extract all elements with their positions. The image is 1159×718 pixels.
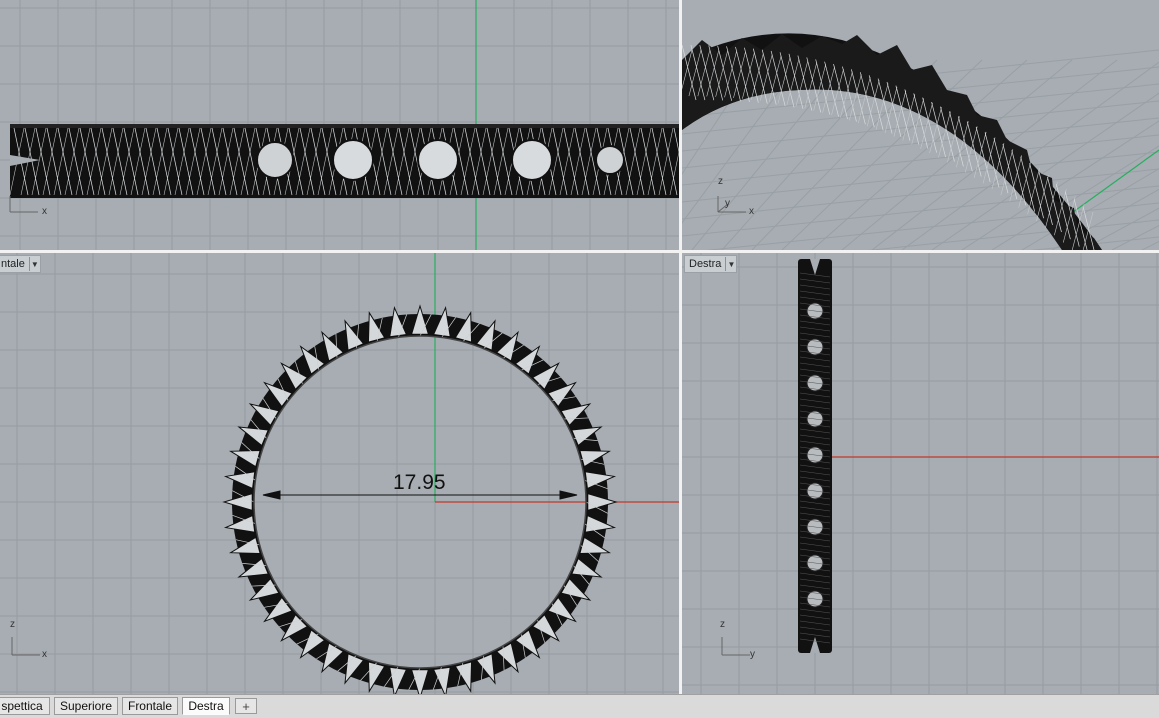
viewport-bottom-right[interactable]: Destra ▼ z y	[682, 253, 1159, 694]
viewport-top-right[interactable]: z y x	[682, 0, 1159, 250]
viewport-divider-horizontal[interactable]	[0, 250, 1159, 253]
viewport-title-frontale[interactable]: ntale ▼	[0, 255, 41, 273]
chevron-down-icon[interactable]: ▼	[28, 257, 40, 271]
axis-widget	[11, 637, 40, 656]
plus-icon: +	[242, 698, 250, 714]
viewport-top-left[interactable]: x	[0, 0, 679, 250]
viewport-title-destra[interactable]: Destra ▼	[684, 255, 738, 273]
dimension-value: 17.95	[393, 471, 446, 494]
tab-prospettica[interactable]: spettica	[0, 697, 50, 715]
axis-label-z: z	[720, 619, 725, 630]
axis-label-x: x	[749, 206, 754, 217]
axis-label-y: y	[750, 649, 755, 660]
viewport-bottom-right-canvas	[682, 253, 1159, 694]
viewport-title-label: Destra	[689, 258, 722, 270]
tab-label: Frontale	[127, 699, 173, 713]
tab-frontale[interactable]: Frontale	[122, 697, 178, 715]
add-tab-button[interactable]: +	[235, 698, 257, 714]
tab-destra[interactable]: Destra	[182, 697, 230, 715]
tab-label: Destra	[188, 699, 224, 713]
viewport-bottom-left-canvas	[0, 253, 679, 694]
axis-label-y: y	[725, 198, 730, 209]
viewport-title-label: ntale	[1, 258, 25, 270]
viewport-bottom-left[interactable]: ntale ▼ 17.95 z x	[0, 253, 679, 694]
axis-label-z: z	[718, 176, 723, 187]
viewport-tab-bar: spettica Superiore Frontale Destra +	[0, 694, 1159, 718]
viewport-top-left-canvas	[0, 0, 679, 250]
axis-label-x: x	[42, 206, 47, 217]
viewport-divider-vertical[interactable]	[679, 0, 682, 694]
axis-label-x: x	[42, 649, 47, 660]
tab-superiore[interactable]: Superiore	[54, 697, 118, 715]
tab-label: spettica	[1, 699, 43, 713]
axis-label-z: z	[10, 619, 15, 630]
ring-band-side-view	[9, 124, 679, 198]
tab-label: Superiore	[59, 699, 113, 713]
chevron-down-icon[interactable]: ▼	[725, 257, 736, 271]
ring-side-view	[798, 259, 832, 653]
axis-widget	[721, 637, 750, 656]
